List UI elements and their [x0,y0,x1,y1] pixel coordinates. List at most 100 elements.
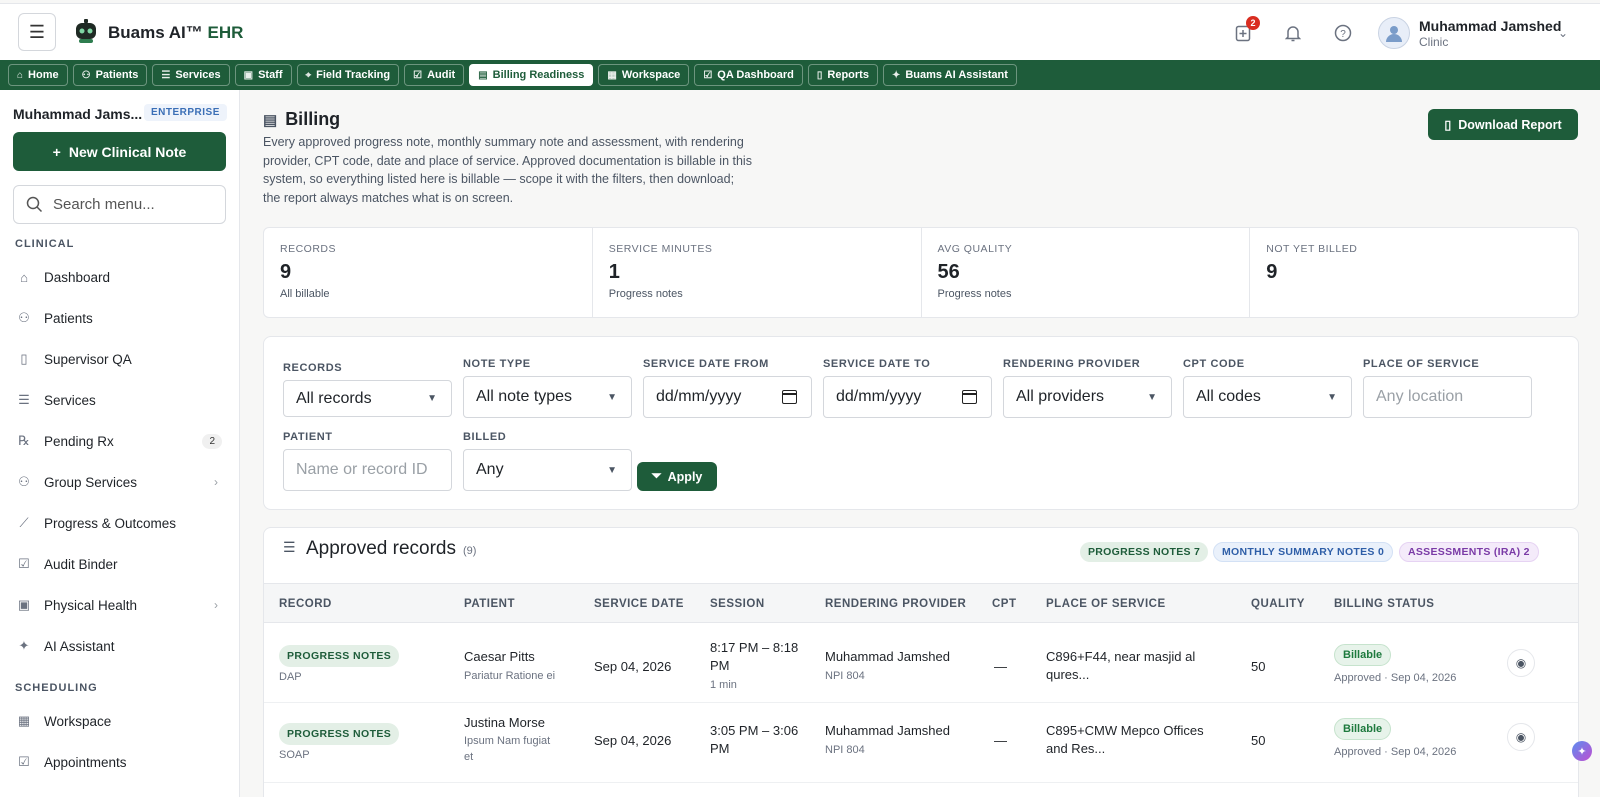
download-report-button[interactable]: ▯ Download Report [1428,109,1578,140]
chevron-down-icon: ▼ [607,464,617,476]
tab-staff[interactable]: ▣ Staff [234,64,292,86]
search-input[interactable] [53,196,213,213]
chevron-down-icon: ▼ [1327,391,1337,403]
session-time: 3:05 PM – 3:06 [710,723,799,738]
cpt-value: — [994,733,1007,748]
col-record[interactable]: RECORD [279,598,332,610]
pin-icon: ⌖ [305,69,312,81]
tab-home[interactable]: ⌂ Home [8,64,68,86]
calendar-icon[interactable] [962,390,977,404]
patient-search-input[interactable]: Name or record ID [283,449,452,491]
place-of-service-input[interactable]: Any location [1363,376,1532,418]
table-row[interactable]: PROGRESS NOTES DAP Caesar Pitts Pariatur… [264,623,1578,703]
chevron-down-icon[interactable]: ⌄ [1558,26,1568,40]
new-clinical-note-button[interactable]: + New Clinical Note [13,132,226,171]
sidebar-item-patients[interactable]: ⚇ Patients [16,303,226,333]
tab-services[interactable]: ☰ Services [152,64,230,86]
apply-filters-button[interactable]: ⏷ Apply [637,462,717,491]
sidebar-item-physical-health[interactable]: ▣ Physical Health › [16,590,226,620]
col-patient[interactable]: PATIENT [464,598,515,610]
calendar-icon[interactable] [782,390,797,404]
tab-billing-readiness[interactable]: ▤ Billing Readiness [469,64,594,86]
col-place-of-service[interactable]: PLACE OF SERVICE [1046,598,1166,610]
tab-field-tracking[interactable]: ⌖ Field Tracking [296,64,400,86]
prescription-alert-button[interactable]: 2 [1232,16,1260,44]
sidebar-item-progress-outcomes[interactable]: ⟋ Progress & Outcomes [16,508,226,538]
home-icon: ⌂ [17,69,24,81]
provider-name: Muhammad Jamshed [825,649,950,664]
hamburger-icon: ☰ [28,21,46,42]
help-button[interactable]: ? [1332,22,1354,44]
eye-icon: ◉ [1515,656,1527,670]
menu-toggle-button[interactable]: ☰ [18,13,56,51]
tab-qa-dashboard[interactable]: ☑ QA Dashboard [694,64,803,86]
eye-icon: ◉ [1515,730,1527,744]
list-icon: ☰ [283,539,296,555]
sidebar-item-supervisor-qa[interactable]: ▯ Supervisor QA [16,344,226,374]
billed-select[interactable]: Any ▼ [463,449,632,491]
view-record-button[interactable]: ◉ [1507,723,1535,751]
stat-records: RECORDS 9 All billable [264,228,593,317]
section-clinical: CLINICAL [15,238,75,250]
tab-workspace[interactable]: ▦ Workspace [598,64,690,86]
sidebar-item-pending-rx[interactable]: ℞ Pending Rx 2 [16,426,226,456]
patient-detail-cont: et [464,751,474,763]
rx-icon: ℞ [18,433,30,448]
sidebar-item-services[interactable]: ☰ Services [16,385,226,415]
tab-reports[interactable]: ▯ Reports [807,64,878,86]
sidebar-item-audit-binder[interactable]: ☑ Audit Binder [16,549,226,579]
patient-name[interactable]: Caesar Pitts [464,649,535,664]
plan-badge: ENTERPRISE [144,104,227,121]
cpt-value: — [994,659,1007,674]
service-date-to-input[interactable]: dd/mm/yyyy [823,376,992,418]
col-service-date[interactable]: SERVICE DATE [594,598,684,610]
sidebar-item-group-services[interactable]: ⚇ Group Services › [16,467,226,497]
col-billing-status[interactable]: BILLING STATUS [1334,598,1434,610]
records-select[interactable]: All records ▼ [283,380,452,417]
session-time-end: PM [710,741,730,756]
sidebar-search[interactable] [13,185,226,224]
tab-audit[interactable]: ☑ Audit [404,64,465,86]
tab-ai-assistant[interactable]: ✦ Buams AI Assistant [882,64,1017,86]
col-rendering-provider[interactable]: RENDERING PROVIDER [825,598,966,610]
service-date-from-input[interactable]: dd/mm/yyyy [643,376,812,418]
table-row[interactable]: PROGRESS NOTES SOAP Justina Morse Ipsum … [264,703,1578,783]
app-brand[interactable]: Buams AI™ EHR [108,23,243,43]
patient-name[interactable]: Justina Morse [464,715,545,730]
pending-rx-count: 2 [202,433,222,449]
monthly-summary-pill[interactable]: MONTHLY SUMMARY NOTES 0 [1213,542,1394,562]
col-quality[interactable]: QUALITY [1251,598,1305,610]
chevron-down-icon: ▼ [607,391,617,403]
check-square-icon: ☑ [703,69,713,81]
sidebar-item-dashboard[interactable]: ⌂ Dashboard [16,262,226,292]
user-name[interactable]: Muhammad Jamshed [1419,18,1561,34]
health-icon: ▣ [17,597,31,612]
top-header: ☰ Buams AI™ EHR 2 ? Muhammad Jamshed Cli… [0,3,1600,60]
quality-score: 50 [1251,733,1266,748]
main-content: ▤ Billing Every approved progress note, … [240,90,1600,797]
sidebar-item-ai-assistant[interactable]: ✦ AI Assistant [16,631,226,661]
note-type-select[interactable]: All note types ▼ [463,376,632,418]
notifications-button[interactable] [1282,22,1304,44]
service-date: Sep 04, 2026 [594,659,672,674]
col-session[interactable]: SESSION [710,598,765,610]
cpt-code-select[interactable]: All codes ▼ [1183,376,1352,418]
rendering-provider-select[interactable]: All providers ▼ [1003,376,1172,418]
col-cpt[interactable]: CPT [992,598,1017,610]
avatar[interactable] [1378,17,1410,49]
progress-notes-pill[interactable]: PROGRESS NOTES 7 [1080,542,1209,562]
tab-patients[interactable]: ⚇ Patients [72,64,148,86]
view-record-button[interactable]: ◉ [1507,649,1535,677]
file-download-icon: ▯ [1444,118,1452,132]
clipboard-icon: ▯ [20,351,28,366]
sparkle-icon: ✦ [18,638,30,653]
service-date: Sep 04, 2026 [594,733,672,748]
notification-count-badge: 2 [1246,16,1260,30]
chart-icon: ⟋ [19,515,29,530]
ai-assistant-fab-icon[interactable]: ✦ [1572,741,1592,761]
sidebar-item-appointments[interactable]: ☑ Appointments [16,747,226,777]
status-badge: Billable [1334,718,1392,740]
sidebar-item-workspace[interactable]: ▦ Workspace [16,706,226,736]
assessments-pill[interactable]: ASSESSMENTS (IRA) 2 [1399,542,1539,562]
check-square-icon: ☑ [413,69,423,81]
